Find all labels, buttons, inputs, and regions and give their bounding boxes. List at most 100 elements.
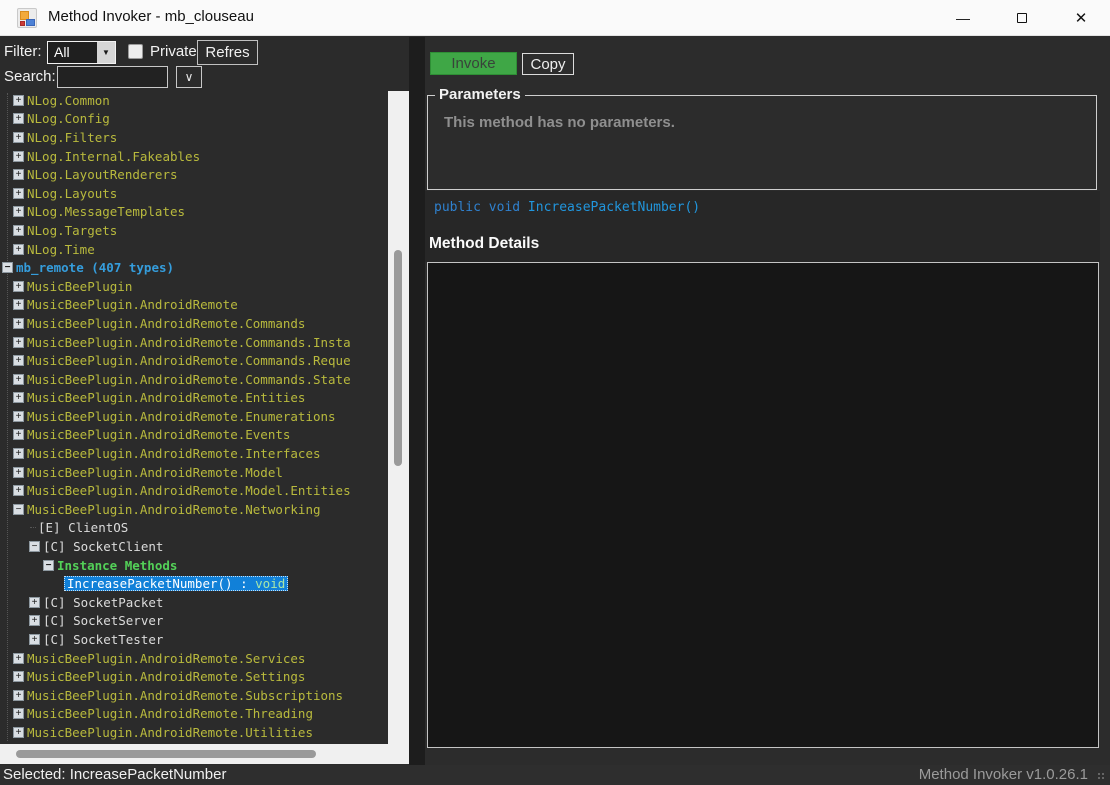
chevron-down-icon: ∨ — [185, 70, 194, 84]
expand-icon[interactable]: + — [29, 615, 40, 626]
resize-grip-icon[interactable] — [1098, 773, 1106, 781]
expand-icon[interactable]: + — [13, 244, 24, 255]
tree-item[interactable]: +MusicBeePlugin.AndroidRemote.Threading — [0, 705, 388, 724]
search-label: Search: — [4, 68, 56, 85]
collapse-icon[interactable]: − — [29, 541, 40, 552]
tree-horizontal-scrollbar[interactable] — [0, 744, 409, 764]
tree-item[interactable]: IncreasePacketNumber() : void — [0, 574, 388, 593]
expand-icon[interactable]: + — [13, 653, 24, 664]
tree-item[interactable]: +MusicBeePlugin.AndroidRemote.Events — [0, 426, 388, 445]
tree-item[interactable]: −[C] SocketClient — [0, 537, 388, 556]
expand-icon[interactable]: + — [13, 708, 24, 719]
expand-icon[interactable]: + — [13, 113, 24, 124]
expand-icon[interactable]: + — [13, 281, 24, 292]
namespace-tree: +NLog.Common+NLog.Config+NLog.Filters+NL… — [0, 91, 388, 743]
tree-item-label: NLog.Layouts — [27, 186, 117, 201]
filter-dropdown[interactable]: All ▼ — [47, 41, 116, 64]
tree-item[interactable]: +MusicBeePlugin — [0, 277, 388, 296]
tree-item[interactable]: +MusicBeePlugin.AndroidRemote.Enumeratio… — [0, 407, 388, 426]
expand-icon[interactable]: + — [13, 448, 24, 459]
tree-item[interactable]: +NLog.Internal.Fakeables — [0, 147, 388, 166]
tree-item[interactable]: +MusicBeePlugin.AndroidRemote.Commands.R… — [0, 351, 388, 370]
maximize-button[interactable] — [999, 0, 1045, 36]
tree-item[interactable]: +MusicBeePlugin.AndroidRemote.Entities — [0, 389, 388, 408]
invoke-button[interactable]: Invoke — [430, 52, 517, 75]
filter-label: Filter: — [4, 43, 42, 60]
tree-item[interactable]: +NLog.Targets — [0, 221, 388, 240]
tree-item-label: Instance Methods — [57, 558, 177, 573]
tree-item-label: MusicBeePlugin.AndroidRemote.Commands.In… — [27, 335, 351, 350]
tree-item[interactable]: [E] ClientOS — [0, 519, 388, 538]
search-input[interactable] — [57, 66, 168, 88]
tree-vertical-scrollbar-thumb[interactable] — [394, 250, 402, 466]
copy-button[interactable]: Copy — [522, 53, 574, 75]
no-parameters-message: This method has no parameters. — [444, 114, 675, 131]
expand-icon[interactable]: + — [13, 411, 24, 422]
tree-item[interactable]: +NLog.Config — [0, 110, 388, 129]
expand-icon[interactable]: + — [13, 374, 24, 385]
collapse-icon[interactable]: − — [2, 262, 13, 273]
minimize-button[interactable]: — — [940, 0, 986, 36]
tree-item[interactable]: +[C] SocketServer — [0, 612, 388, 631]
tree-item[interactable]: +[C] SocketTester — [0, 630, 388, 649]
expand-icon[interactable]: + — [13, 727, 24, 738]
minimize-icon: — — [956, 10, 970, 26]
parameters-groupbox: Parameters This method has no parameters… — [427, 95, 1097, 190]
tree-item[interactable]: +NLog.LayoutRenderers — [0, 165, 388, 184]
expand-icon[interactable]: + — [13, 355, 24, 366]
expand-icon[interactable]: + — [29, 634, 40, 645]
expand-icon[interactable]: + — [29, 597, 40, 608]
expand-icon[interactable]: + — [13, 188, 24, 199]
app-icon-red-square — [20, 21, 25, 26]
tree-item[interactable]: +MusicBeePlugin.AndroidRemote.Services — [0, 649, 388, 668]
expand-icon[interactable]: + — [13, 151, 24, 162]
method-details-title: Method Details — [429, 235, 539, 253]
search-dropdown-button[interactable]: ∨ — [176, 66, 202, 88]
collapse-icon[interactable]: − — [43, 560, 54, 571]
expand-icon[interactable]: + — [13, 690, 24, 701]
tree-item[interactable]: +MusicBeePlugin.AndroidRemote.Interfaces — [0, 444, 388, 463]
expand-icon[interactable]: + — [13, 392, 24, 403]
tree-item[interactable]: +MusicBeePlugin.AndroidRemote.Settings — [0, 667, 388, 686]
tree-item[interactable]: +NLog.MessageTemplates — [0, 203, 388, 222]
tree-item[interactable]: +MusicBeePlugin.AndroidRemote.Utilities — [0, 723, 388, 742]
refresh-button[interactable]: Refres — [197, 40, 258, 65]
tree-item-label: NLog.Time — [27, 242, 95, 257]
tree-item[interactable]: +MusicBeePlugin.AndroidRemote.Subscripti… — [0, 686, 388, 705]
tree-item-label: MusicBeePlugin.AndroidRemote.Model — [27, 465, 283, 480]
tree-item[interactable]: +NLog.Filters — [0, 128, 388, 147]
expand-icon[interactable]: + — [13, 95, 24, 106]
tree-item-label: MusicBeePlugin.AndroidRemote.Threading — [27, 706, 313, 721]
tree-item[interactable]: +MusicBeePlugin.AndroidRemote.Commands — [0, 314, 388, 333]
tree-item[interactable]: +NLog.Time — [0, 240, 388, 259]
tree-vertical-scrollbar[interactable] — [388, 91, 409, 744]
private-checkbox[interactable] — [128, 44, 143, 59]
tree-horizontal-scrollbar-thumb[interactable] — [16, 750, 316, 758]
tree-item[interactable]: +MusicBeePlugin.AndroidRemote.Commands.I… — [0, 333, 388, 352]
tree-item[interactable]: −mb_remote (407 types) — [0, 258, 388, 277]
tree-item[interactable]: −MusicBeePlugin.AndroidRemote.Networking — [0, 500, 388, 519]
expand-icon[interactable]: + — [13, 225, 24, 236]
filter-dropdown-button[interactable]: ▼ — [97, 42, 115, 63]
expand-icon[interactable]: + — [13, 132, 24, 143]
expand-icon[interactable]: + — [13, 337, 24, 348]
expand-icon[interactable]: + — [13, 429, 24, 440]
expand-icon[interactable]: + — [13, 467, 24, 478]
tree-item[interactable]: +[C] SocketPacket — [0, 593, 388, 612]
tree-item[interactable]: +MusicBeePlugin.AndroidRemote.Model.Enti… — [0, 481, 388, 500]
tree-item[interactable]: +NLog.Common — [0, 91, 388, 110]
expand-icon[interactable]: + — [13, 206, 24, 217]
tree-item[interactable]: +NLog.Layouts — [0, 184, 388, 203]
tree-item-label: NLog.Config — [27, 111, 110, 126]
tree-item[interactable]: +MusicBeePlugin.AndroidRemote — [0, 296, 388, 315]
collapse-icon[interactable]: − — [13, 504, 24, 515]
expand-icon[interactable]: + — [13, 299, 24, 310]
expand-icon[interactable]: + — [13, 169, 24, 180]
tree-item[interactable]: +MusicBeePlugin.AndroidRemote.Commands.S… — [0, 370, 388, 389]
expand-icon[interactable]: + — [13, 485, 24, 496]
tree-item[interactable]: −Instance Methods — [0, 556, 388, 575]
tree-item[interactable]: +MusicBeePlugin.AndroidRemote.Model — [0, 463, 388, 482]
expand-icon[interactable]: + — [13, 671, 24, 682]
expand-icon[interactable]: + — [13, 318, 24, 329]
close-button[interactable]: ✕ — [1058, 0, 1104, 36]
